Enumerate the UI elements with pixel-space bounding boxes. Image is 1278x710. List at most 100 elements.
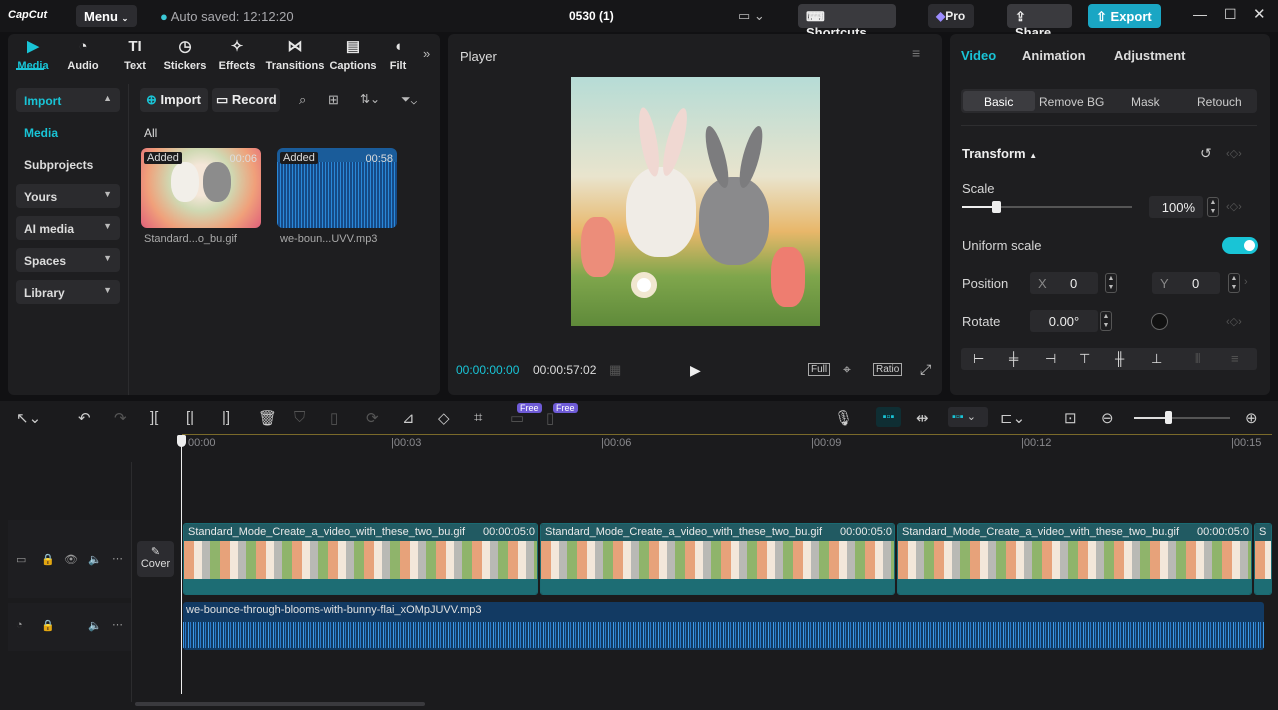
delete-icon[interactable]: 🗑 <box>258 409 277 427</box>
align-top-icon[interactable]: ⊤ <box>1079 351 1090 367</box>
undo-icon[interactable]: ↶ <box>78 409 91 427</box>
mirror-icon[interactable]: ⊿ <box>402 409 415 427</box>
player-menu-icon[interactable]: ≡ <box>912 45 920 61</box>
distribute-v-icon[interactable]: ≡ <box>1231 351 1239 366</box>
rotate-dial[interactable] <box>1151 313 1168 330</box>
align-center-h-icon[interactable]: ╪ <box>1009 351 1018 366</box>
cover-button[interactable]: ✎ Cover <box>137 541 174 577</box>
keyframe-icon[interactable]: ‹◇› <box>1226 315 1242 328</box>
align-right-icon[interactable]: ⊣ <box>1045 351 1056 367</box>
position-y-stepper[interactable]: ▲ ▼ <box>1228 273 1240 293</box>
tab-filters[interactable]: ◖ Filt <box>383 38 413 72</box>
split-icon[interactable]: ][ <box>150 409 158 426</box>
sort-icon[interactable]: ⇅⌄ <box>360 92 380 106</box>
timeline-scrollbar[interactable] <box>135 702 425 706</box>
sidebar-item-spaces[interactable]: Spaces ▼ <box>16 248 120 272</box>
layout-icon[interactable]: ▭ ⌄ <box>738 8 765 24</box>
import-button[interactable]: ⊕ Import <box>140 88 208 112</box>
shortcuts-button[interactable]: ⌨ Shortcuts <box>798 4 896 40</box>
split-left-icon[interactable]: [| <box>186 409 194 426</box>
align-bottom-icon[interactable]: ⊥ <box>1151 351 1162 367</box>
video-clip[interactable]: Standard_Mode_Create_a_video_with_these_… <box>183 523 538 595</box>
scale-slider-thumb[interactable] <box>992 201 1001 213</box>
zoom-fit-icon[interactable]: ⊡ <box>1064 409 1077 427</box>
rotate-input[interactable]: 0.00° <box>1030 310 1098 332</box>
video-clip[interactable]: S <box>1254 523 1272 595</box>
media-item-gif[interactable]: Added 00:06 <box>141 148 261 228</box>
reverse-icon[interactable]: ⟳ <box>366 409 379 427</box>
main-track-magnet-icon[interactable]: ▪▫▪ <box>876 407 901 427</box>
focus-icon[interactable]: ⌖ <box>843 361 851 378</box>
subtab-retouch[interactable]: Retouch <box>1197 95 1242 109</box>
zoom-out-icon[interactable]: ⊖ <box>1101 409 1114 427</box>
keyframe-icon[interactable]: ‹◇› <box>1226 147 1242 160</box>
keyframe-icon[interactable]: › <box>1244 276 1248 288</box>
sidebar-item-library[interactable]: Library ▼ <box>16 280 120 304</box>
video-clip[interactable]: Standard_Mode_Create_a_video_with_these_… <box>897 523 1252 595</box>
playhead-line[interactable] <box>181 436 182 694</box>
scale-stepper[interactable]: ▲ ▼ <box>1207 197 1219 217</box>
maximize-icon[interactable]: ☐ <box>1224 6 1237 23</box>
more-icon[interactable]: ⋯ <box>112 552 123 565</box>
playhead-handle[interactable] <box>177 435 186 447</box>
rotate-clip-icon[interactable]: ◇ <box>438 409 450 427</box>
tab-adjustment[interactable]: Adjustment <box>1114 48 1186 63</box>
tab-media[interactable]: ▶ Media <box>8 38 58 72</box>
position-y-input[interactable]: Y0 <box>1152 272 1220 294</box>
share-button[interactable]: ⇪ Share <box>1007 4 1072 40</box>
speaker-icon[interactable]: 🔈 <box>88 553 102 566</box>
transform-header[interactable]: Transform ▲ <box>962 146 1037 161</box>
close-icon[interactable]: ✕ <box>1253 5 1266 23</box>
import-dropdown[interactable]: Import ▲ <box>16 88 120 112</box>
tab-transitions[interactable]: ⋈ Transitions <box>264 38 326 72</box>
position-x-stepper[interactable]: ▲ ▼ <box>1105 273 1117 293</box>
tab-captions[interactable]: ▤ Captions <box>328 38 378 72</box>
split-right-icon[interactable]: |] <box>222 409 230 426</box>
freeze-icon[interactable]: ▯ <box>330 409 338 427</box>
preview-axis-icon[interactable]: ⊏⌄ <box>1000 409 1025 427</box>
more-icon[interactable]: ⋯ <box>112 618 123 631</box>
grid-view-icon[interactable]: ⊞ <box>328 92 339 108</box>
tab-audio[interactable]: ◔ Audio <box>58 38 108 72</box>
redo-icon[interactable]: ↷ <box>114 409 127 427</box>
microphone-icon[interactable]: 🎙 <box>834 409 853 427</box>
sidebar-item-media[interactable]: Media <box>24 126 58 140</box>
tab-effects[interactable]: ✧ Effects <box>212 38 262 72</box>
audio-clip[interactable]: we-bounce-through-blooms-with-bunny-flai… <box>183 602 1264 650</box>
record-button[interactable]: ▭ Record <box>212 88 280 112</box>
timeline-grid-icon[interactable]: ▦ <box>609 362 621 378</box>
subtab-basic[interactable]: Basic <box>984 95 1013 109</box>
video-clip[interactable]: Standard_Mode_Create_a_video_with_these_… <box>540 523 895 595</box>
crop-icon[interactable]: ⌗ <box>474 409 482 426</box>
align-left-icon[interactable]: ⊢ <box>973 351 984 367</box>
play-icon[interactable]: ▶ <box>690 362 701 379</box>
pro-button[interactable]: ◆Pro <box>928 4 974 28</box>
filter-icon[interactable]: ⏷⌄ <box>401 92 417 107</box>
eye-icon[interactable]: 👁 <box>64 553 78 566</box>
ratio-button[interactable]: Ratio <box>873 363 903 376</box>
subtab-remove-bg[interactable]: Remove BG <box>1039 95 1104 109</box>
lock-icon[interactable]: 🔒 <box>41 619 55 632</box>
menu-button[interactable]: Menu ⌄ <box>76 5 137 27</box>
sidebar-item-ai-media[interactable]: AI media ▼ <box>16 216 120 240</box>
keyframe-icon[interactable]: ‹◇› <box>1226 200 1242 213</box>
fullscreen-icon[interactable]: ⤢ <box>920 361 931 378</box>
tab-text[interactable]: TI Text <box>110 38 160 72</box>
full-button[interactable]: Full <box>808 363 831 376</box>
scale-input[interactable]: 100% <box>1149 196 1203 218</box>
uniform-scale-toggle[interactable] <box>1222 237 1258 254</box>
rotate-stepper[interactable]: ▲ ▼ <box>1100 311 1112 331</box>
align-center-v-icon[interactable]: ╫ <box>1115 351 1124 366</box>
zoom-in-icon[interactable]: ⊕ <box>1245 409 1258 427</box>
select-tool-icon[interactable]: ↖⌄ <box>16 409 41 427</box>
subtab-mask[interactable]: Mask <box>1131 95 1160 109</box>
tab-video[interactable]: Video <box>961 48 996 63</box>
speaker-icon[interactable]: 🔈 <box>88 619 102 632</box>
search-icon[interactable]: ⌕ <box>299 92 306 108</box>
linkage-icon[interactable]: ▪▫▪ ⌄ <box>948 407 988 427</box>
sidebar-item-subprojects[interactable]: Subprojects <box>24 158 93 172</box>
media-item-audio[interactable]: Added 00:58 <box>277 148 397 228</box>
reset-icon[interactable]: ↺ <box>1200 145 1212 162</box>
tab-stickers[interactable]: ◷ Stickers <box>160 38 210 72</box>
tab-animation[interactable]: Animation <box>1022 48 1086 63</box>
